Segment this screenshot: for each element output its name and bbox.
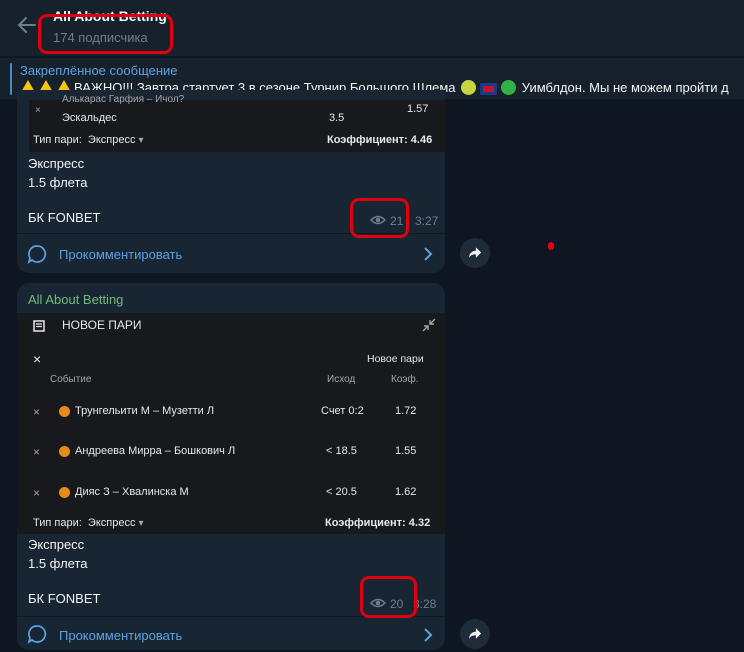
bet-outcome: < 20.5 [326, 486, 357, 498]
bet-outcome: Счет 0:2 [321, 405, 364, 417]
col-event: Событие [50, 374, 92, 385]
bet-event: Андреева Мирра – Бошкович Л [75, 445, 236, 457]
share-icon [468, 247, 482, 258]
bet-event: Трунгельити М – Музетти Л [75, 405, 215, 417]
green-circle-icon [501, 80, 517, 95]
message-bubble-1: Алькарас Гарфия – Ичол? × Эскальдес 3.5 … [17, 90, 445, 273]
comment-button-1[interactable]: Прокомментировать [59, 247, 182, 262]
chevron-right-icon[interactable] [423, 247, 433, 261]
pinned-label: Закреплённое сообщение [20, 63, 178, 78]
coef-total: Коэффициент: 4.32 [325, 517, 431, 529]
uk-flag-icon [480, 83, 498, 95]
share-icon [468, 628, 482, 639]
col-odds: Коэф. [391, 374, 419, 385]
new-bet-label: Новое пари [367, 353, 424, 365]
partial-player: Эскальдес [62, 112, 117, 124]
message-text-2: Экспресс 1.5 флета [28, 537, 88, 571]
bet-slip-screenshot-2: НОВОЕ ПАРИ × Новое пари Событие Исход Ко… [17, 313, 445, 534]
slip-title: НОВОЕ ПАРИ [62, 318, 142, 332]
bookmaker-2: БК FONBET [28, 591, 101, 606]
bet-type-label: Тип пари: Экспресс ▾ [33, 517, 144, 529]
forward-button-2[interactable] [460, 619, 490, 649]
comment-icon[interactable] [27, 624, 47, 644]
partial-event: Алькарас Гарфия – Ичол? [62, 94, 185, 105]
chevron-right-icon[interactable] [423, 628, 433, 642]
partial-odds: 1.57 [407, 103, 429, 115]
comment-button-2[interactable]: Прокомментировать [59, 628, 182, 643]
close-slip-icon[interactable]: × [33, 351, 41, 367]
back-arrow-icon[interactable] [17, 14, 37, 36]
pinned-text-b: Уимблдон. Мы не можем пройти д [521, 80, 729, 95]
bet-slip-screenshot-1: Алькарас Гарфия – Ичол? × Эскальдес 3.5 … [29, 94, 445, 152]
forward-button-1[interactable] [460, 238, 490, 268]
tennis-ball-icon [461, 80, 477, 95]
tennis-ball-icon [59, 487, 70, 498]
partial-outcome: 3.5 [329, 112, 345, 124]
remove-icon[interactable]: × [33, 486, 40, 500]
bet-outcome: < 18.5 [326, 445, 357, 457]
timestamp-1: 3:27 [415, 214, 439, 228]
bet-odds: 1.72 [395, 405, 417, 417]
bookmaker-1: БК FONBET [28, 210, 101, 225]
receipt-icon [33, 320, 45, 332]
highlight-box-views-1 [350, 198, 409, 238]
collapse-icon[interactable] [422, 318, 436, 332]
tennis-ball-icon [59, 446, 70, 457]
remove-icon[interactable]: × [35, 105, 41, 116]
comment-icon[interactable] [27, 244, 47, 264]
annotation-dot [548, 242, 554, 250]
highlight-box-header [38, 14, 173, 54]
highlight-box-views-2 [360, 576, 417, 618]
bet-odds: 1.55 [395, 445, 417, 457]
coef-total: Коэффициент: 4.46 [327, 134, 433, 146]
pinned-indicator [10, 63, 12, 95]
col-outcome: Исход [327, 374, 356, 385]
tennis-ball-icon [59, 406, 70, 417]
post-author[interactable]: All About Betting [28, 292, 123, 307]
bet-type-label: Тип пари: Экспресс ▾ [33, 134, 144, 146]
bet-odds: 1.62 [395, 486, 417, 498]
message-text-1: Экспресс 1.5 флета [28, 156, 88, 190]
remove-icon[interactable]: × [33, 445, 40, 459]
bet-event: Дияс З – Хвалинска М [75, 486, 189, 498]
remove-icon[interactable]: × [33, 405, 40, 419]
